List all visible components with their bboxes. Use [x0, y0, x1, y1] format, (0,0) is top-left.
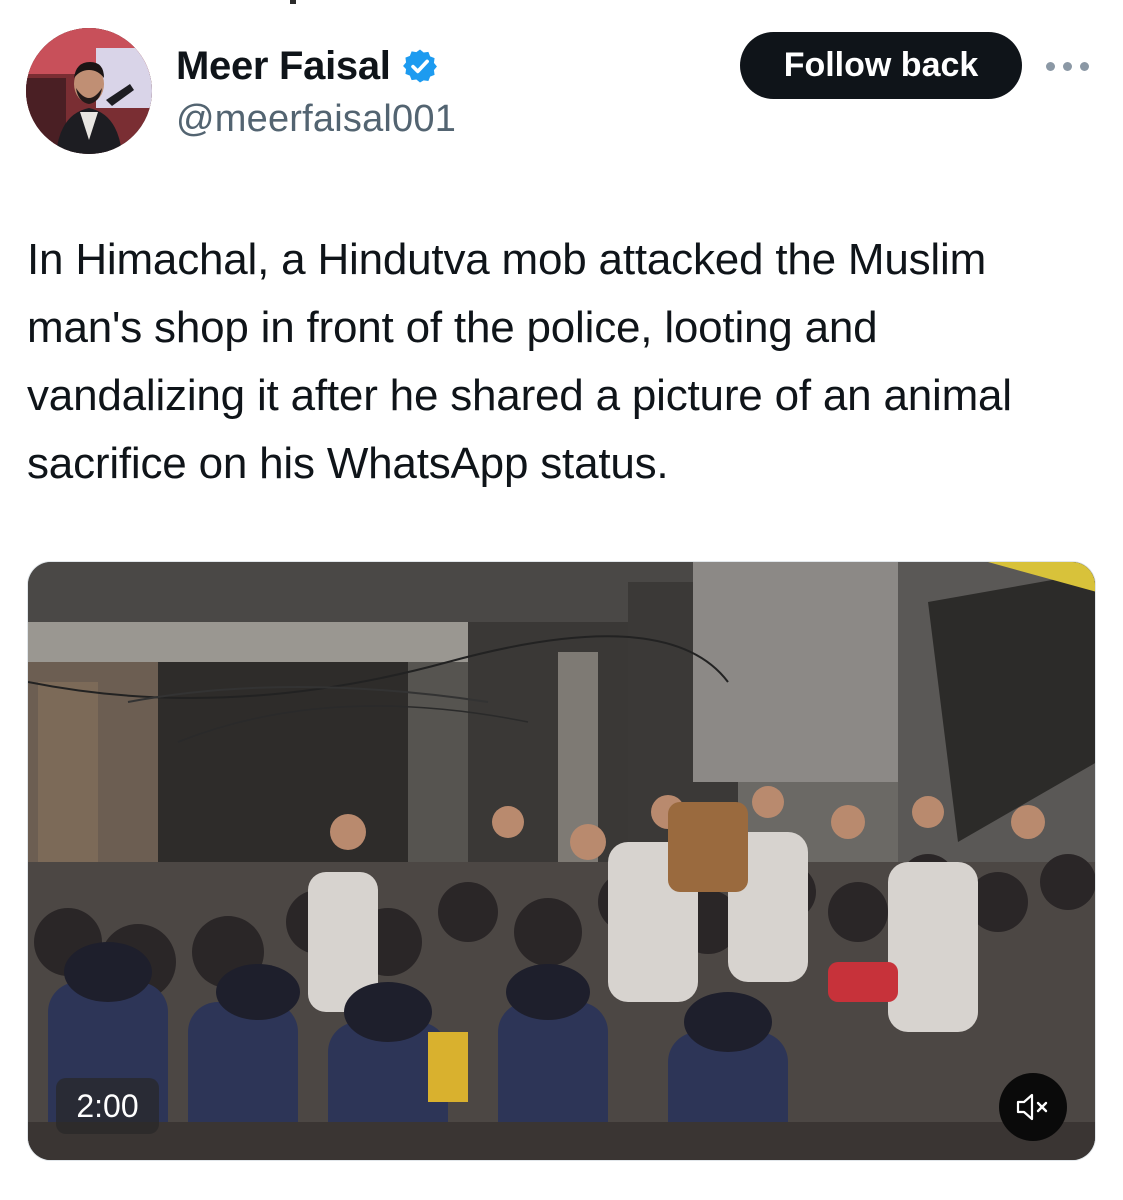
- author-name-row: Meer Faisal: [176, 42, 439, 90]
- more-options-icon[interactable]: [1046, 56, 1094, 76]
- divider: [290, 0, 296, 4]
- tweet-text: In Himachal, a Hindutva mob attacked the…: [27, 235, 1012, 488]
- video-player[interactable]: [27, 561, 1096, 1161]
- mute-toggle-button[interactable]: [999, 1073, 1067, 1141]
- more-dot: [1046, 61, 1055, 71]
- profile-photo-icon: [26, 28, 152, 154]
- user-handle[interactable]: @meerfaisal001: [176, 96, 456, 142]
- video-thumbnail: [28, 562, 1095, 1160]
- video-duration-badge: 2:00: [56, 1078, 159, 1134]
- avatar[interactable]: [26, 28, 152, 154]
- display-name[interactable]: Meer Faisal: [176, 42, 391, 90]
- speaker-muted-icon: [1016, 1093, 1048, 1121]
- verified-badge-icon: [402, 49, 437, 83]
- follow-back-button[interactable]: Follow back: [740, 32, 1022, 99]
- more-dot: [1080, 61, 1089, 71]
- tweet-card: Meer Faisal @meerfaisal001 Follow back I…: [0, 0, 1123, 1200]
- more-dot: [1063, 61, 1072, 71]
